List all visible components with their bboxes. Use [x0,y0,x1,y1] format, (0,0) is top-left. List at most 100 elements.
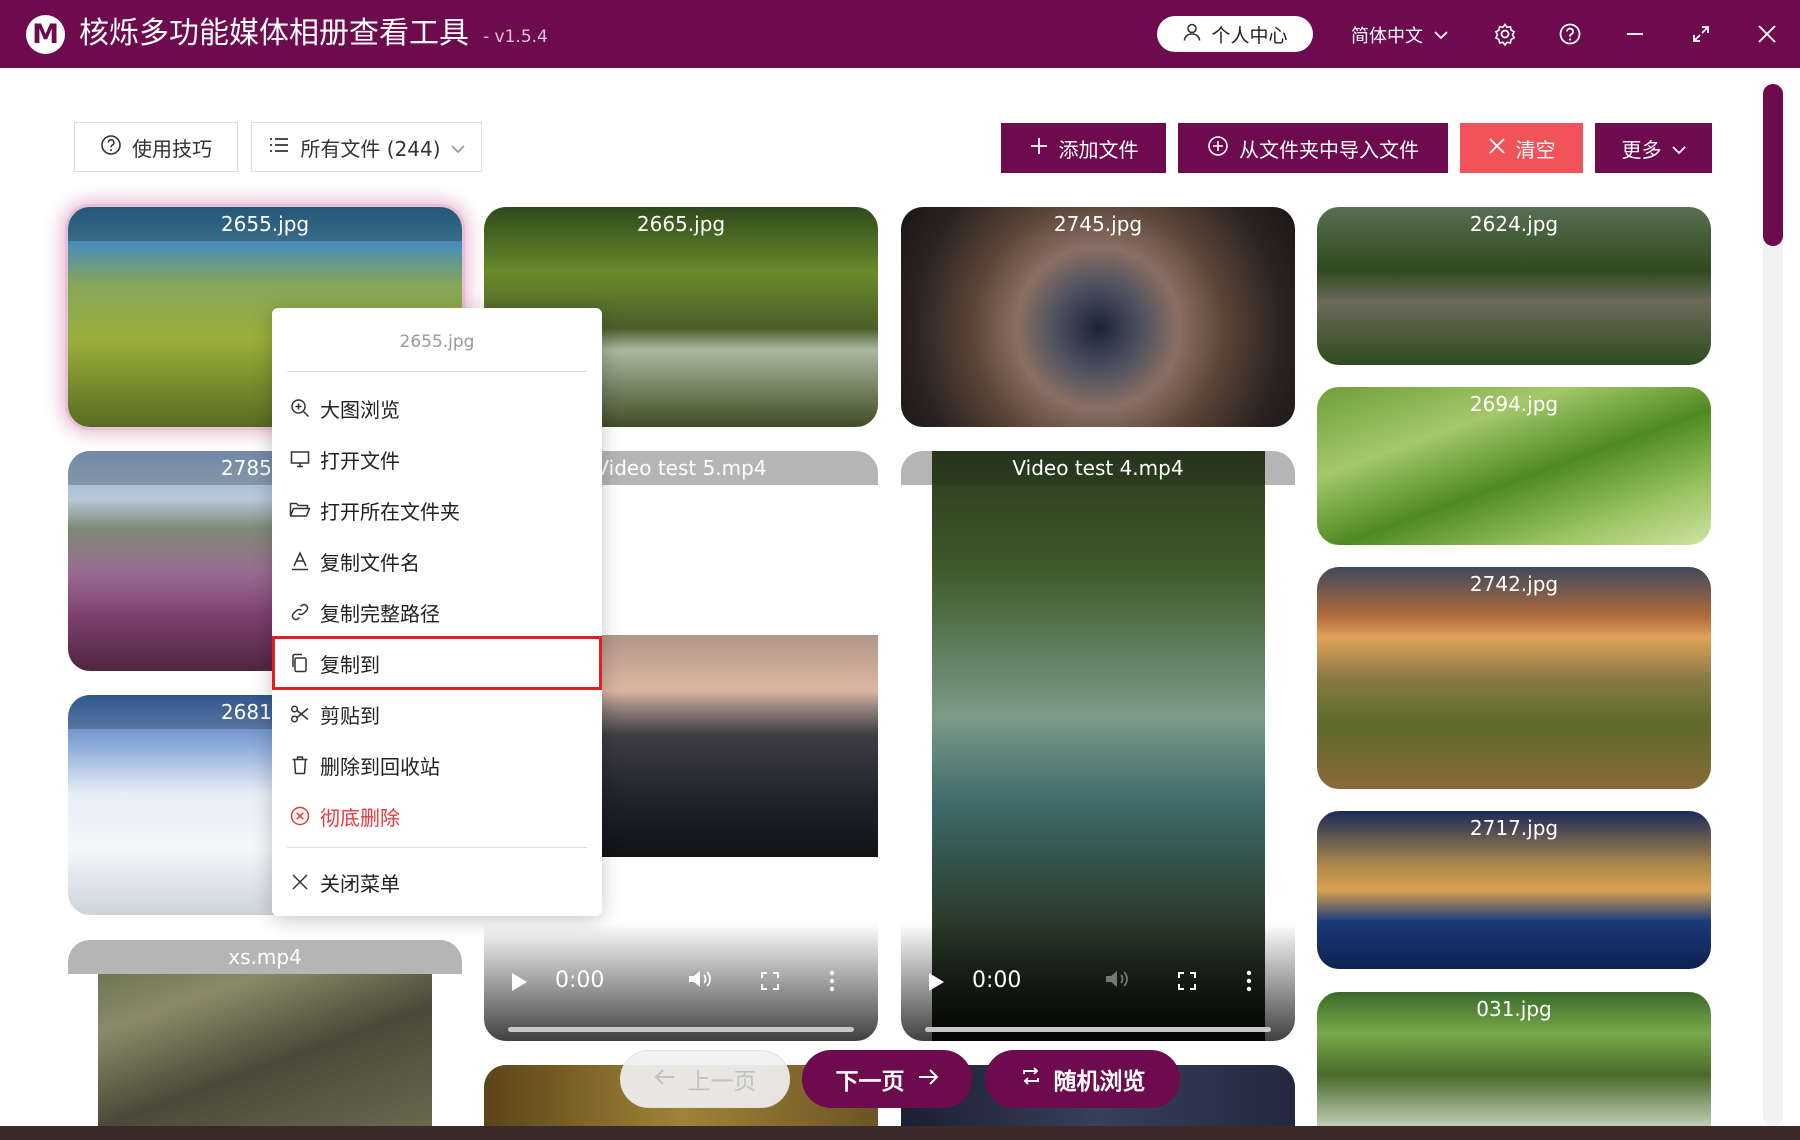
close-window-icon[interactable] [1752,19,1782,49]
next-page-label: 下一页 [835,1069,905,1095]
question-circle-icon [100,134,122,161]
prev-page-label: 上一页 [687,1069,757,1095]
file-name: 2665.jpg [636,212,726,236]
menu-item-delete-permanent[interactable]: 彻底删除 [275,792,599,840]
scissors-icon [289,703,311,725]
add-files-button[interactable]: 添加文件 [1001,123,1166,173]
window-bottom-edge [0,1126,1800,1140]
import-folder-label: 从文件夹中导入文件 [1239,137,1419,162]
menu-item-copy-name[interactable]: 复制文件名 [275,537,599,585]
play-icon[interactable] [929,973,944,991]
scrollbar-thumb[interactable] [1763,84,1783,246]
app-version: - v1.5.4 [483,27,548,47]
loop-icon [1020,1066,1042,1092]
close-icon [289,871,311,893]
app-logo: M [26,15,65,54]
video-time: 0:00 [972,968,1022,993]
settings-gear-icon[interactable] [1490,19,1520,49]
play-icon[interactable] [512,973,527,991]
file-name: 2717.jpg [1469,816,1559,840]
import-folder-button[interactable]: 从文件夹中导入文件 [1178,123,1448,173]
menu-item-label: 复制文件名 [320,550,420,575]
file-name: Video test 4.mp4 [901,451,1295,485]
arrow-right-icon [917,1066,939,1092]
menu-item-label: 删除到回收站 [320,754,440,779]
tips-button[interactable]: 使用技巧 [74,122,238,172]
delete-circle-icon [289,805,311,827]
monitor-icon [289,448,311,470]
menu-item-label: 关闭菜单 [320,871,400,896]
file-name: 2742.jpg [1469,572,1559,596]
chevron-down-icon [450,135,465,159]
video-progress[interactable] [508,1027,854,1032]
menu-item-cut-to[interactable]: 剪贴到 [275,690,599,738]
menu-item-copy-to[interactable]: 复制到 [272,636,602,690]
user-center-label: 个人中心 [1211,24,1288,47]
menu-item-label: 剪贴到 [320,703,380,728]
tips-label: 使用技巧 [132,136,212,161]
menu-item-copy-path[interactable]: 复制完整路径 [275,588,599,636]
volume-icon[interactable] [687,968,713,994]
list-icon [268,135,290,160]
menu-item-label: 大图浏览 [320,397,400,422]
zoom-in-icon [289,397,311,419]
random-browse-button[interactable]: 随机浏览 [985,1050,1180,1108]
video-controls: 0:00 [484,923,878,1041]
menu-item-label: 彻底删除 [320,805,400,830]
prev-page-button[interactable]: 上一页 [620,1050,790,1108]
user-center-button[interactable]: 个人中心 [1157,16,1313,52]
help-icon[interactable] [1555,19,1585,49]
menu-item-open-folder[interactable]: 打开所在文件夹 [275,486,599,534]
title-bar: M 核烁多功能媒体相册查看工具 - v1.5.4 个人中心 简体中文 [0,0,1800,68]
chevron-down-icon [1433,25,1449,46]
video-progress[interactable] [925,1027,1271,1032]
media-card[interactable]: 2624.jpg [1317,207,1711,365]
link-icon [289,601,311,623]
minimize-icon[interactable] [1620,19,1650,49]
file-filter-select[interactable]: 所有文件 (244) [251,122,482,172]
more-label: 更多 [1621,137,1662,162]
copy-icon [289,652,311,674]
more-vertical-icon[interactable] [828,970,836,996]
user-icon [1182,22,1202,47]
video-card[interactable]: xs.mp4 [68,940,462,1130]
language-select[interactable]: 简体中文 [1351,19,1449,51]
menu-item-label: 打开所在文件夹 [320,499,460,524]
more-vertical-icon[interactable] [1245,970,1253,996]
media-card[interactable]: 031.jpg [1317,992,1711,1130]
video-time: 0:00 [555,968,605,993]
text-icon [289,550,311,572]
plus-circle-icon [1207,135,1229,162]
more-button[interactable]: 更多 [1595,123,1712,173]
random-browse-label: 随机浏览 [1053,1069,1146,1095]
divider [287,371,587,372]
fullscreen-icon[interactable] [760,971,780,995]
file-name: xs.mp4 [68,940,462,974]
clear-button[interactable]: 清空 [1460,123,1583,173]
close-icon [1488,136,1506,160]
clear-label: 清空 [1515,137,1556,162]
language-label: 简体中文 [1351,26,1423,47]
media-card[interactable]: 2717.jpg [1317,811,1711,969]
arrow-left-icon [654,1066,676,1092]
chevron-down-icon [1671,136,1686,160]
next-page-button[interactable]: 下一页 [802,1050,972,1108]
media-card[interactable]: 2745.jpg [901,207,1295,427]
menu-item-recycle[interactable]: 删除到回收站 [275,741,599,789]
fullscreen-icon[interactable] [1177,971,1197,995]
app-title: 核烁多功能媒体相册查看工具 [79,16,469,51]
media-card[interactable]: 2742.jpg [1317,567,1711,789]
menu-item-close[interactable]: 关闭菜单 [275,858,599,906]
plus-icon [1029,136,1049,161]
video-controls: 0:00 [901,923,1295,1041]
trash-icon [289,754,311,776]
maximize-icon[interactable] [1686,19,1716,49]
volume-icon[interactable] [1104,968,1130,994]
menu-item-open-file[interactable]: 打开文件 [275,435,599,483]
menu-item-view-large[interactable]: 大图浏览 [275,384,599,432]
video-card[interactable]: Video test 4.mp4 0:00 [901,451,1295,1041]
media-card[interactable]: 2694.jpg [1317,387,1711,545]
divider [287,847,587,848]
file-name: 2624.jpg [1469,212,1559,236]
scrollbar[interactable] [1763,84,1783,1126]
